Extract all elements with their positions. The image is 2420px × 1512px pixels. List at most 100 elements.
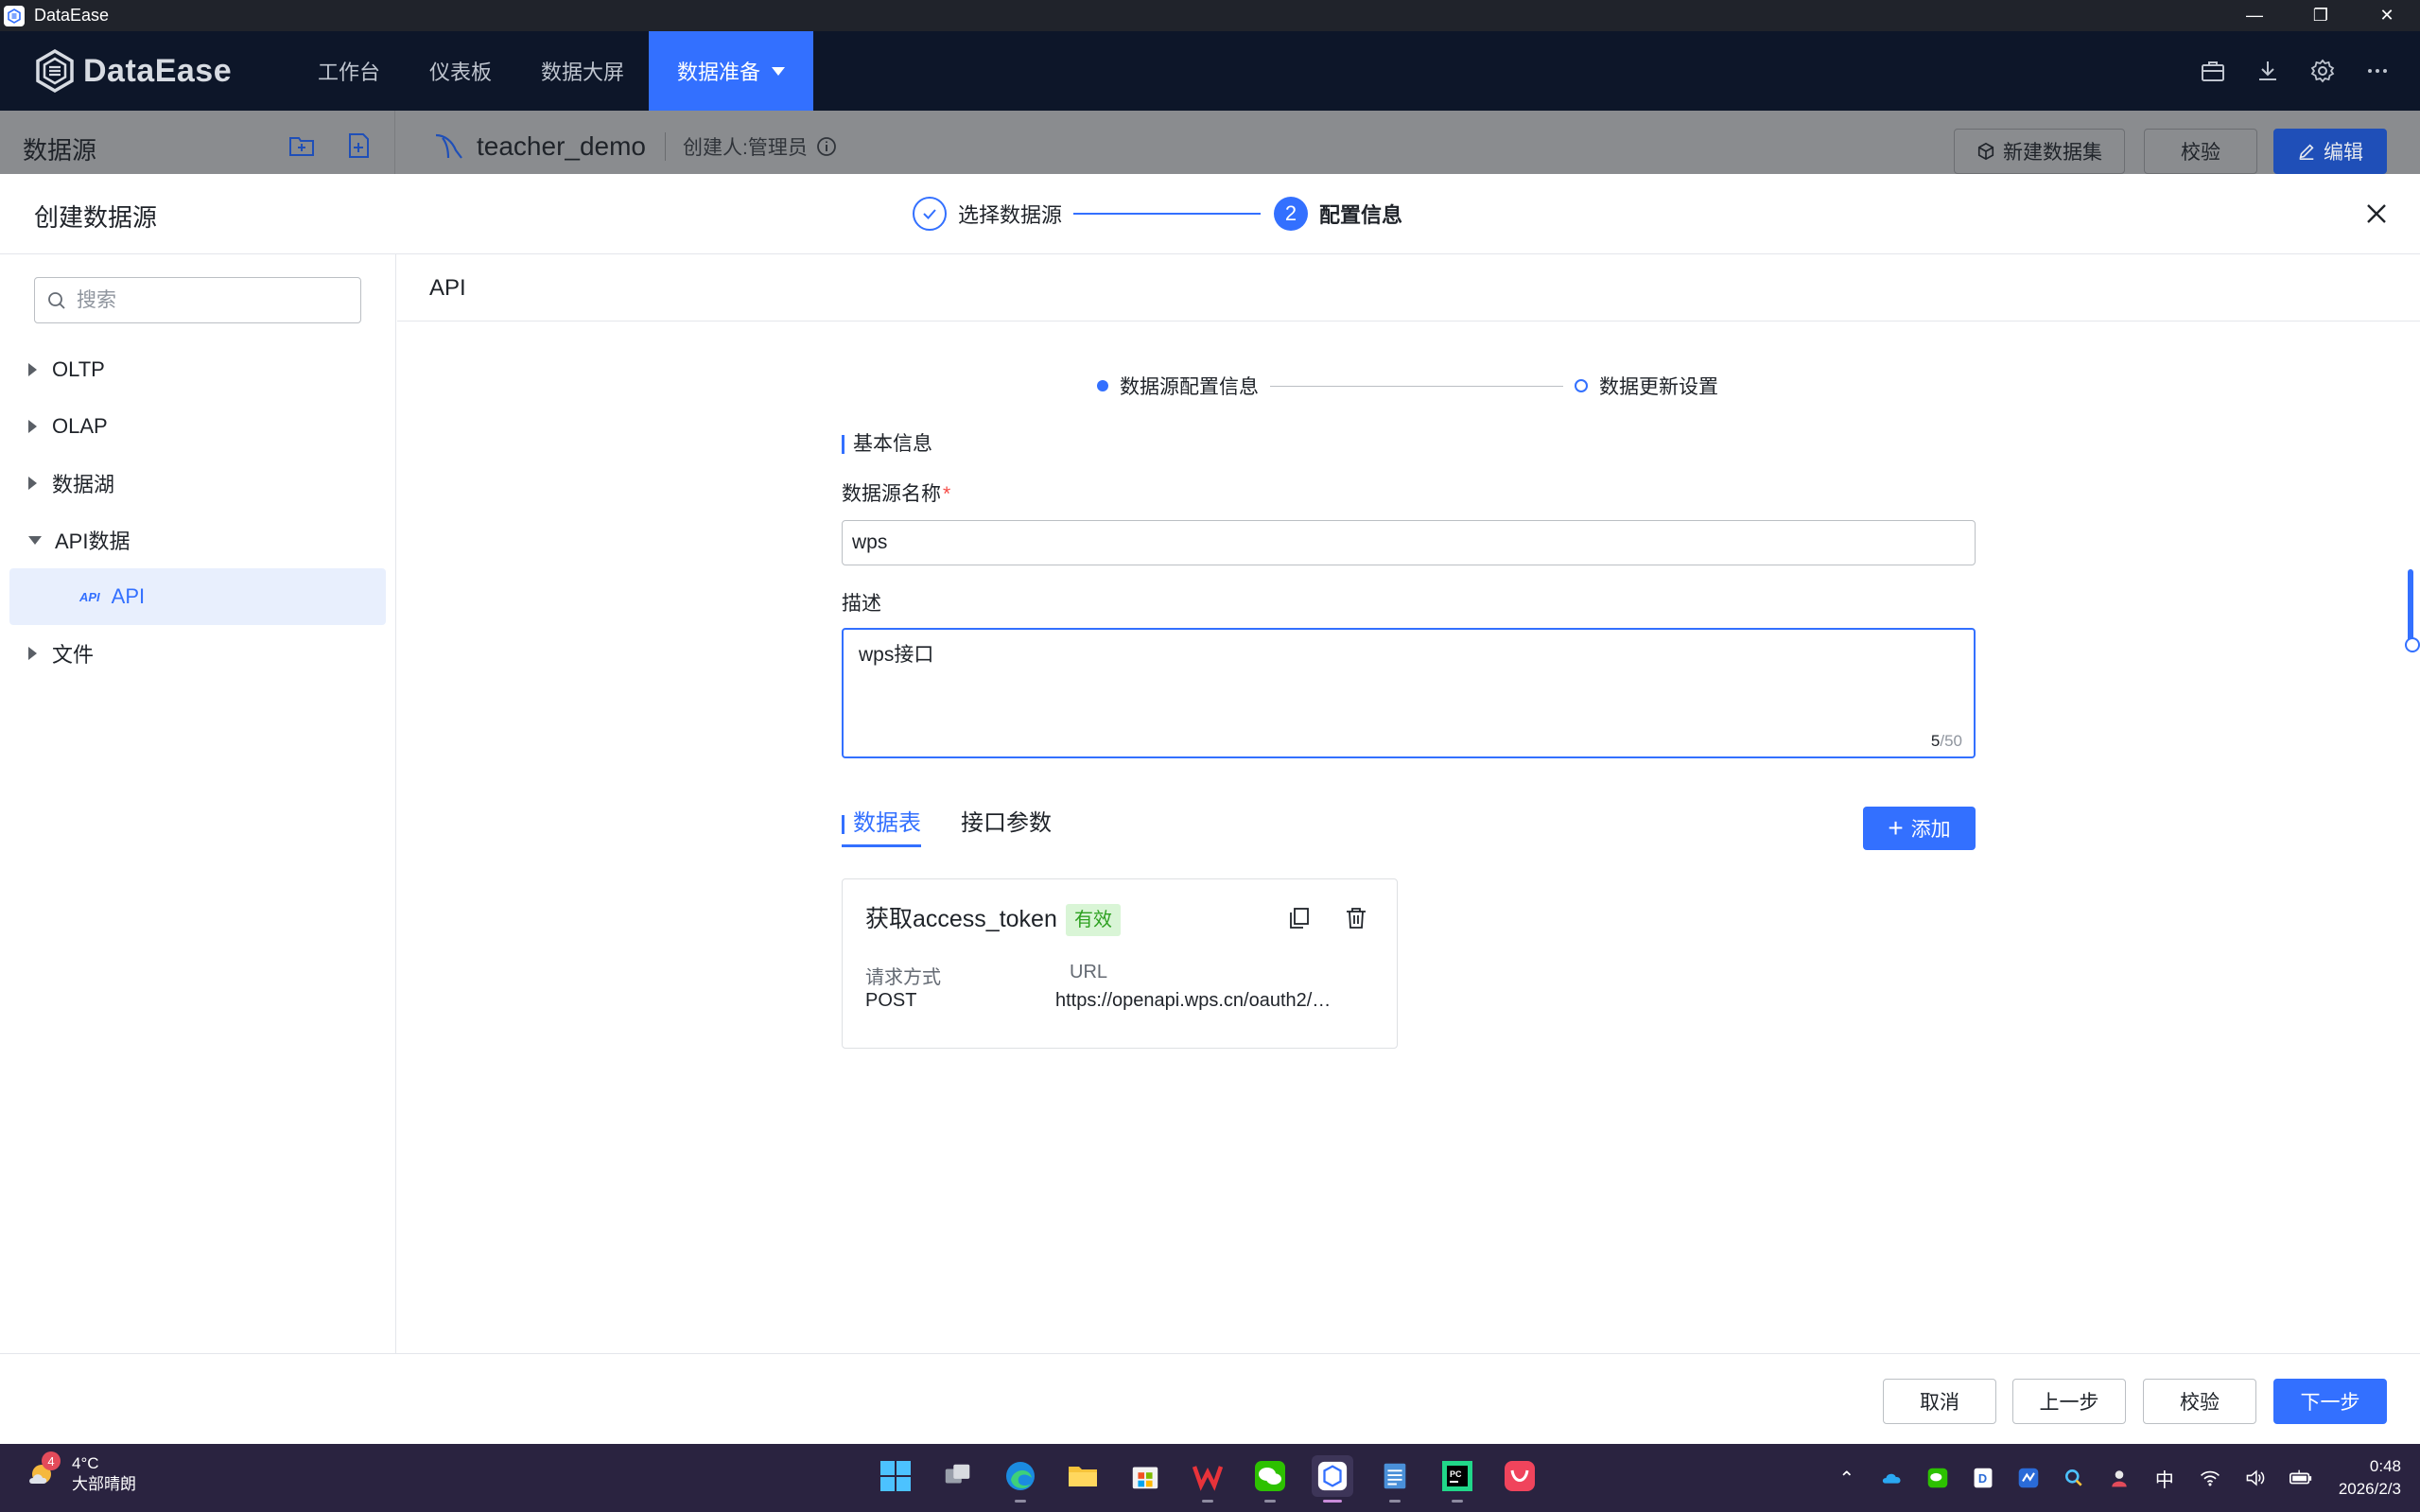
tree-node-file[interactable]: 文件: [9, 625, 386, 682]
config-substeps: 数据源配置信息 数据更新设置: [1097, 371, 1718, 401]
tree-node-api[interactable]: API API: [9, 568, 386, 625]
search-box: [34, 277, 361, 323]
running-indicator: [1452, 1500, 1463, 1503]
button-label: 编辑: [2324, 142, 2363, 164]
minimize-button[interactable]: —: [2221, 0, 2288, 31]
button-label: 新建数据集: [2003, 142, 2102, 164]
datasource-type-sidebar: OLTP OLAP 数据湖 API数据 API API 文件: [0, 254, 396, 1353]
ime-indicator[interactable]: 中: [2151, 1465, 2178, 1491]
weather-widget[interactable]: 4 4°C 大部晴朗: [25, 1451, 136, 1495]
desc-field-label: 描述: [842, 593, 881, 615]
wechat-icon[interactable]: [1249, 1455, 1291, 1503]
tab-api-params[interactable]: 接口参数: [961, 808, 1052, 847]
next-step-button[interactable]: 下一步: [2273, 1379, 2387, 1424]
main-header: API: [397, 254, 2420, 322]
close-icon[interactable]: [2361, 199, 2392, 229]
nav-workbench[interactable]: 工作台: [293, 31, 405, 111]
top-nav: 工作台 仪表板 数据大屏 数据准备: [293, 31, 814, 111]
prev-step-button[interactable]: 上一步: [2012, 1379, 2126, 1424]
dataease-logo[interactable]: DataEase: [34, 48, 232, 94]
taskbar-apps: PC: [875, 1455, 1541, 1503]
url-value: https://openapi.wps.cn/oauth2/…: [1055, 990, 1332, 1011]
tray-app-people-icon[interactable]: [2106, 1465, 2133, 1491]
nav-data-screen[interactable]: 数据大屏: [516, 31, 649, 111]
onedrive-icon[interactable]: [1879, 1465, 1906, 1491]
pycharm-icon[interactable]: PC: [1436, 1455, 1478, 1503]
nav-data-prep[interactable]: 数据准备: [649, 31, 814, 111]
edge-browser-icon[interactable]: [1000, 1455, 1041, 1503]
tree-node-label: API: [111, 584, 146, 608]
tree-node-data-lake[interactable]: 数据湖: [9, 455, 386, 512]
tree-node-olap[interactable]: OLAP: [9, 398, 386, 455]
modal-title: 创建数据源: [34, 203, 158, 232]
battery-icon[interactable]: [2288, 1465, 2314, 1491]
mysql-dolphin-icon: [435, 133, 462, 159]
nav-dashboard[interactable]: 仪表板: [405, 31, 516, 111]
window-title: DataEase: [34, 6, 110, 25]
scrollbar-thumb[interactable]: [2405, 569, 2420, 652]
notepad-icon[interactable]: [1374, 1455, 1416, 1503]
pink-app-icon[interactable]: [1499, 1455, 1541, 1497]
settings-icon[interactable]: [2308, 57, 2337, 85]
delete-icon[interactable]: [1344, 906, 1368, 930]
system-clock[interactable]: 0:48 2026/2/3: [2339, 1455, 2401, 1501]
app-header: DataEase 工作台 仪表板 数据大屏 数据准备: [0, 31, 2420, 111]
validate-button-bg: 校验: [2144, 129, 2257, 174]
clock-time: 0:48: [2369, 1457, 2401, 1475]
tab-data-table[interactable]: 数据表: [842, 808, 921, 847]
volume-icon[interactable]: [2242, 1465, 2269, 1491]
cube-icon: [1977, 142, 1994, 161]
datasource-name-input[interactable]: [842, 520, 1976, 565]
step-done-check-icon: [913, 197, 947, 231]
add-button[interactable]: + 添加: [1863, 807, 1976, 850]
nav-label: 数据大屏: [541, 61, 625, 84]
description-textarea[interactable]: wps接口: [844, 630, 1974, 756]
window-close-button[interactable]: ✕: [2354, 0, 2420, 31]
search-input[interactable]: [77, 288, 341, 312]
tree-node-api-data[interactable]: API数据: [9, 512, 386, 568]
tray-app-search-icon[interactable]: [2061, 1465, 2087, 1491]
running-indicator: [1015, 1500, 1026, 1503]
tree-node-oltp[interactable]: OLTP: [9, 341, 386, 398]
substep-active-dot: [1097, 380, 1108, 391]
dataease-taskbar-icon[interactable]: [1312, 1455, 1353, 1503]
modal-footer: 取消 上一步 校验 下一步: [0, 1353, 2420, 1444]
tray-app-blue-icon[interactable]: [2015, 1465, 2042, 1491]
validate-button[interactable]: 校验: [2143, 1379, 2256, 1424]
start-icon[interactable]: [875, 1455, 916, 1497]
running-indicator: [1202, 1500, 1213, 1503]
toolbox-icon[interactable]: [2199, 57, 2227, 85]
caret-right-icon: [28, 647, 37, 660]
wechat-tray-icon[interactable]: [1924, 1465, 1951, 1491]
description-field: wps接口 5/50: [842, 628, 1976, 758]
copy-icon[interactable]: [1287, 906, 1312, 930]
microsoft-store-icon[interactable]: [1124, 1455, 1166, 1497]
api-table-card[interactable]: 获取access_token 有效 请求方式 URL POST https://…: [842, 878, 1398, 1049]
file-explorer-icon[interactable]: [1062, 1455, 1104, 1497]
url-label: URL: [1070, 962, 1108, 982]
name-field-label: 数据源名称*: [842, 478, 950, 507]
tree-node-label: OLTP: [52, 357, 105, 381]
download-icon[interactable]: [2254, 57, 2282, 85]
status-badge: 有效: [1066, 904, 1121, 936]
task-view-icon[interactable]: [937, 1455, 979, 1497]
weather-icon: 4: [25, 1451, 62, 1493]
method-label: 请求方式: [865, 967, 941, 988]
logo-text: DataEase: [83, 52, 233, 89]
running-indicator: [1389, 1500, 1401, 1503]
restore-button[interactable]: ❐: [2288, 0, 2354, 31]
wifi-icon[interactable]: [2197, 1465, 2223, 1491]
wizard-steps: 选择数据源 2 配置信息: [913, 197, 1402, 231]
more-icon[interactable]: [2363, 57, 2392, 85]
chevron-up-icon[interactable]: ⌃: [1834, 1465, 1860, 1491]
nav-label: 数据准备: [677, 61, 761, 84]
caret-right-icon: [28, 420, 37, 433]
tray-app-d-icon[interactable]: D: [1970, 1465, 1996, 1491]
cancel-button[interactable]: 取消: [1883, 1379, 1996, 1424]
weather-temp: 4°C: [72, 1454, 99, 1472]
wps-office-icon[interactable]: [1187, 1455, 1228, 1503]
required-mark: *: [943, 483, 951, 505]
caret-down-icon: [28, 535, 42, 545]
svg-text:D: D: [1978, 1471, 1987, 1486]
api-icon: API: [79, 589, 100, 604]
